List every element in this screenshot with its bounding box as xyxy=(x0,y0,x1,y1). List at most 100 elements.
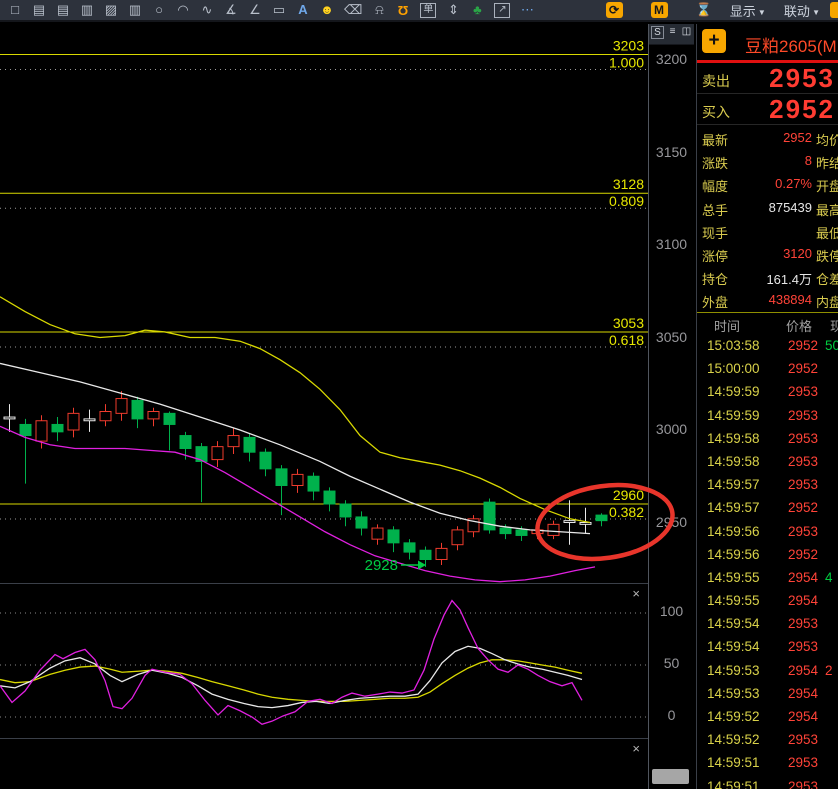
stat-label: 幅度 xyxy=(702,179,729,195)
indicator-canvas[interactable] xyxy=(0,584,648,737)
contract-title[interactable]: 豆粕2605(M xyxy=(745,32,837,57)
tick-price: 2952 xyxy=(787,338,818,353)
circle-tool-icon[interactable]: ○ xyxy=(152,1,166,19)
arc-tool-icon[interactable]: ◠ xyxy=(176,1,190,19)
tick-volume: 4 xyxy=(825,569,833,585)
main-kline-chart[interactable]: 3203 1.000 3128 0.809 3053 0.618 2960 0.382 2928 xyxy=(0,24,648,583)
club-icon[interactable]: ♣ xyxy=(470,1,484,19)
stat-label-right: 最低 xyxy=(816,225,838,241)
zigzag-tool-icon[interactable]: ∿ xyxy=(200,1,214,19)
more-tools-icon[interactable]: ⋯ xyxy=(520,1,534,19)
menu-linkage[interactable]: 联动 ▼ xyxy=(784,1,820,20)
tick-row: 14:59:53 2954 xyxy=(697,682,838,705)
gann-fan-icon[interactable]: ∡ xyxy=(224,1,238,19)
tick-price: 2953 xyxy=(787,407,818,423)
style-s-icon[interactable]: S xyxy=(651,26,664,39)
clipped-toolbar-icon[interactable] xyxy=(830,2,838,18)
magnet-icon[interactable]: Ω xyxy=(396,1,410,19)
close-indicator-icon[interactable]: × xyxy=(632,587,640,600)
replay-icon[interactable]: ⟳ xyxy=(605,2,623,18)
tick-price: 2953 xyxy=(787,778,818,789)
tick-price: 2953 xyxy=(787,755,818,771)
tick-time: 14:59:59 xyxy=(707,407,760,423)
stat-label-right: 最高 xyxy=(816,202,838,218)
stat-row: 持仓 161.4万仓差 xyxy=(697,265,838,288)
tick-time: 14:59:53 xyxy=(707,685,760,701)
stat-label-right: 开盘 xyxy=(816,179,838,195)
ask-row[interactable]: 卖出 2953 xyxy=(697,64,838,93)
svg-text:3203: 3203 xyxy=(613,37,644,53)
tick-time: 14:59:52 xyxy=(707,732,760,748)
order-panel-icon[interactable]: 单 xyxy=(420,2,437,18)
svg-text:3053: 3053 xyxy=(613,315,644,331)
stat-label-right: 仓差 xyxy=(816,272,838,288)
ask-label: 卖出 xyxy=(702,73,730,89)
menu-display[interactable]: 显示 ▼ xyxy=(730,1,766,20)
tick-row: 14:59:58 2953 xyxy=(697,427,838,450)
tick-time: 14:59:55 xyxy=(707,593,760,609)
wave-draw-icon[interactable]: ▨ xyxy=(104,1,118,19)
gann-box-icon[interactable]: ▤ xyxy=(32,1,46,19)
tick-time: 14:59:51 xyxy=(707,778,760,789)
stat-value: 3120 xyxy=(783,245,812,261)
axis-label: 100 xyxy=(659,603,684,619)
bid-row[interactable]: 买入 2952 xyxy=(697,95,838,124)
session-timer-icon[interactable]: ⌛ xyxy=(696,1,712,19)
cycle-lines-icon[interactable]: ▥ xyxy=(128,1,142,19)
stat-label-right: 均价 xyxy=(816,133,838,148)
bid-label: 买入 xyxy=(702,104,730,120)
chevron-down-icon: ▼ xyxy=(809,7,820,17)
tick-time: 14:59:58 xyxy=(707,453,760,469)
tick-row: 14:59:54 2953 xyxy=(697,635,838,658)
kline-chart-canvas[interactable]: 32031.000 31280.809 30530.618 29600.382 2928 xyxy=(0,24,648,583)
share-chart-icon[interactable]: ↗ xyxy=(494,2,511,18)
stat-row: 现手 最低 xyxy=(697,219,838,242)
price-box-icon[interactable]: ▤ xyxy=(56,1,70,19)
time-sales-list[interactable]: 15:03:5829525015:00:00295214:59:59295314… xyxy=(697,334,838,789)
ticks-header-time: 时间 xyxy=(714,319,741,334)
stat-row: 涨跌 8昨结 xyxy=(697,149,838,172)
vertical-grid-icon[interactable]: ▥ xyxy=(80,1,94,19)
emoji-tool-icon[interactable]: ☻ xyxy=(320,1,334,19)
layout-columns-icon[interactable]: ◫ xyxy=(681,26,692,37)
tick-row: 14:59:57 2952 xyxy=(697,496,838,519)
tick-price: 2953 xyxy=(787,384,818,400)
stat-label: 总手 xyxy=(702,202,729,218)
stat-label-right: 昨结 xyxy=(816,156,838,172)
kline-chart-icon[interactable]: M xyxy=(650,2,668,18)
stat-value: 875439 xyxy=(768,199,812,215)
svg-text:0.382: 0.382 xyxy=(609,504,644,520)
svg-text:0.809: 0.809 xyxy=(609,193,644,209)
add-contract-button[interactable]: + xyxy=(702,29,726,53)
section-divider xyxy=(697,312,838,313)
tick-row: 14:59:57 2953 xyxy=(697,473,838,496)
stat-label: 最新 xyxy=(702,133,729,148)
alert-bell-icon[interactable]: ⍾ xyxy=(372,1,386,19)
stat-row: 涨停 3120跌停 xyxy=(697,242,838,265)
tick-price: 2953 xyxy=(787,732,818,748)
axis-label: 2950 xyxy=(655,513,688,530)
axis-label: 3050 xyxy=(655,328,688,345)
split-screen-icon[interactable]: ⇕ xyxy=(446,1,460,19)
indicator-panel[interactable]: × xyxy=(0,583,648,737)
tick-price: 2953 xyxy=(787,477,818,493)
futures-trading-app: □ ▤ ▤ ▥ ▨ ▥ ○ ◠ ∿ ∡ ∠ ▭ A ☻ ⌫ ⍾ Ω 单 ⇕ ♣ ↗ ⋯ ⟳ M ⌛ 显示 ▼ 联动 ▼ 3203 1.… xyxy=(0,0,838,789)
trend-lines-icon[interactable]: ∠ xyxy=(248,1,262,19)
scrollbar-thumb[interactable] xyxy=(652,769,689,784)
rectangle-tool-icon[interactable]: □ xyxy=(8,1,22,19)
close-bottom-panel-icon[interactable]: × xyxy=(632,742,640,755)
kdj-j-magenta xyxy=(0,599,583,725)
tick-price: 2954 xyxy=(787,685,818,701)
tick-time: 14:59:58 xyxy=(707,430,760,446)
tick-time: 14:59:55 xyxy=(707,569,760,585)
tick-price: 2954 xyxy=(787,662,818,678)
stat-row: 外盘 438894内盘 xyxy=(697,288,838,311)
quote-panel: + 豆粕2605(M 卖出 2953 买入 2952 最新 2952 均价涨跌 8昨结… xyxy=(696,24,838,789)
text-tool-icon[interactable]: A xyxy=(296,1,310,19)
eraser-icon[interactable]: ⌫ xyxy=(344,1,362,19)
tick-price: 2953 xyxy=(787,639,818,655)
ruler-icon[interactable]: ▭ xyxy=(272,1,286,19)
svg-text:2960: 2960 xyxy=(613,487,644,503)
indicator-list-icon[interactable]: ≡ xyxy=(667,26,678,37)
tick-price: 2952 xyxy=(787,546,818,562)
